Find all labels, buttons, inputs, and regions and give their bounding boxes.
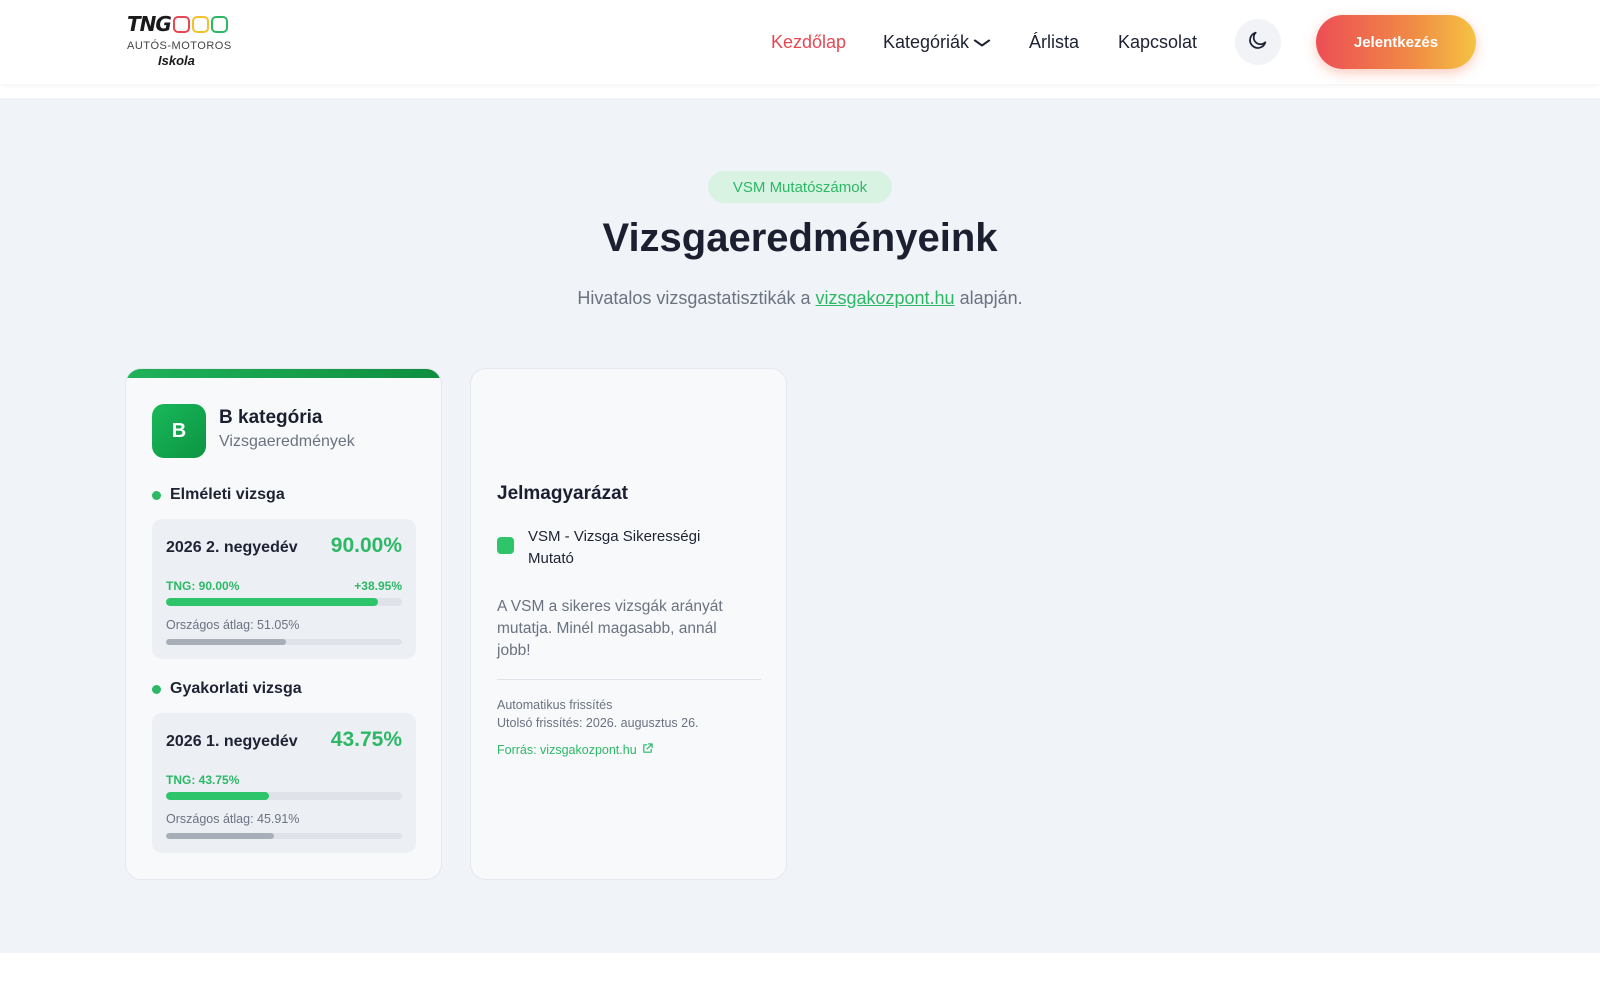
section-heading-label: Gyakorlati vizsga [170, 680, 302, 697]
card-accent-bar [126, 369, 441, 378]
nav-item-home[interactable]: Kezdőlap [771, 27, 846, 57]
quarter-label: 2026 2. negyedév [166, 539, 298, 556]
category-subtitle: Vizsgaeredmények [219, 433, 355, 450]
subtitle-text: Hivatalos vizsgastatisztikák a [577, 288, 816, 308]
theme-toggle-button[interactable] [1235, 19, 1281, 65]
tng-rate-label: TNG: 43.75% [166, 773, 240, 787]
tng-rate-label: TNG: 90.00% [166, 579, 240, 593]
tng-progress-fill [166, 598, 379, 606]
tng-progress-bar [166, 598, 402, 606]
nav-item-label: Kategóriák [883, 31, 970, 52]
logo-ring-yellow [191, 15, 209, 33]
tng-progress-bar [166, 792, 402, 800]
subtitle-text-end: alapján. [954, 288, 1023, 308]
nav-item-label: Kapcsolat [1118, 31, 1198, 52]
vizsgakozpont-link[interactable]: vizsgakozpont.hu [815, 288, 954, 308]
tng-progress-fill [166, 792, 270, 800]
logo-word: TNG [127, 12, 172, 36]
national-progress-bar [166, 833, 402, 839]
legend-item-label: VSM - Vizsga Sikerességi Mutató [528, 528, 701, 567]
nav-item-label: Kezdőlap [771, 31, 847, 52]
nav-item-contact[interactable]: Kapcsolat [1118, 27, 1197, 57]
category-title: B kategória [219, 407, 323, 428]
divider [497, 679, 761, 680]
national-progress-fill [166, 833, 275, 839]
legend-card: Jelmagyarázat VSM - Vizsga Sikerességi M… [470, 368, 787, 880]
legend-swatch [497, 537, 514, 554]
last-update-label: Utolsó frissítés: 2026. augusztus 26. [497, 716, 699, 730]
logo-subtitle-school: Iskola [158, 53, 195, 68]
logo-ring-red [172, 15, 190, 33]
site-header: TNG AUTÓS-MOTOROS Iskola Kezdőlap Kategó… [0, 0, 1600, 84]
bullet-dot [152, 490, 161, 500]
logo[interactable]: TNG AUTÓS-MOTOROS Iskola [127, 12, 247, 76]
logo-subtitle: AUTÓS-MOTOROS [127, 40, 232, 52]
difference-label: +38.95% [354, 579, 402, 593]
national-progress-fill [166, 639, 287, 645]
source-link-label: Forrás: vizsgakozpont.hu [497, 743, 637, 757]
legend-title: Jelmagyarázat [497, 483, 628, 504]
category-badge: B [152, 404, 206, 458]
nav-item-pricing[interactable]: Árlista [1029, 27, 1079, 57]
logo-ring-green [210, 15, 228, 33]
practical-exam-stats: 2026 1. negyedév 43.75% TNG: 43.75% Orsz… [152, 713, 416, 853]
external-link-icon [637, 743, 653, 757]
section-heading-label: Elméleti vizsga [170, 486, 285, 503]
practical-exam-heading: Gyakorlati vizsga [152, 680, 302, 698]
section-pill: VSM Mutatószámok [708, 171, 892, 203]
legend-description: A VSM a sikeres vizsgák arányát mutatja.… [497, 598, 723, 659]
apply-button[interactable]: Jelentkezés [1316, 15, 1476, 69]
nav-item-label: Árlista [1029, 31, 1080, 52]
page-title: Vizsgaeredményeink [602, 216, 998, 260]
nav-item-categories[interactable]: Kategóriák [883, 27, 991, 57]
bullet-dot [152, 684, 161, 694]
chevron-down-icon [973, 35, 991, 50]
theory-exam-heading: Elméleti vizsga [152, 486, 285, 504]
auto-update-label: Automatikus frissítés [497, 698, 613, 712]
theory-exam-stats: 2026 2. negyedév 90.00% TNG: 90.00% +38.… [152, 519, 416, 659]
main-section: VSM Mutatószámok Vizsgaeredményeink Hiva… [0, 98, 1600, 953]
logo-mark: TNG [127, 12, 247, 36]
moon-icon [1247, 29, 1269, 56]
national-average-label: Országos átlag: 45.91% [166, 812, 300, 826]
national-progress-bar [166, 639, 402, 645]
quarter-label: 2026 1. negyedév [166, 733, 298, 750]
source-link[interactable]: Forrás: vizsgakozpont.hu [497, 743, 653, 757]
category-card-b: B B kategória Vizsgaeredmények Elméleti … [125, 368, 442, 880]
pass-rate: 90.00% [330, 534, 402, 557]
national-average-label: Országos átlag: 51.05% [166, 618, 300, 632]
pass-rate: 43.75% [330, 728, 402, 751]
page-subtitle: Hivatalos vizsgastatisztikák a vizsgakoz… [0, 288, 1600, 309]
